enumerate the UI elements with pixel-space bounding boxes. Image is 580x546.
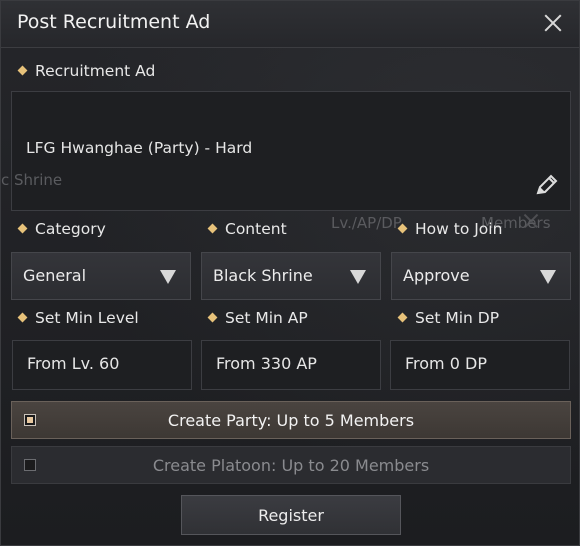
recruitment-ad-window: Post Recruitment Ad Recruitment Ad LFG H…: [0, 0, 580, 546]
ghost-text-lvapdp: Lv./AP/DP: [331, 214, 402, 232]
how-to-join-value: Approve: [403, 266, 470, 285]
diamond-bullet-icon: [17, 65, 28, 76]
pencil-icon[interactable]: [534, 172, 560, 198]
triangle-down-icon: [160, 270, 176, 284]
min-level-field[interactable]: From Lv. 60: [12, 340, 192, 390]
content-label-text: Content: [225, 220, 287, 238]
diamond-bullet-icon: [397, 312, 408, 323]
close-icon[interactable]: [539, 9, 567, 37]
category-label: Category: [17, 220, 106, 238]
min-ap-label: Set Min AP: [207, 309, 308, 327]
triangle-down-icon: [350, 270, 366, 284]
content-dropdown[interactable]: Black Shrine: [201, 252, 381, 300]
window-title: Post Recruitment Ad: [17, 11, 211, 33]
content-label: Content: [207, 220, 287, 238]
register-button-label: Register: [258, 506, 324, 525]
recruitment-ad-label-text: Recruitment Ad: [35, 62, 156, 80]
recruitment-ad-label: Recruitment Ad: [17, 62, 156, 80]
min-dp-label: Set Min DP: [397, 309, 500, 327]
diamond-bullet-icon: [17, 312, 28, 323]
diamond-bullet-icon: [207, 312, 218, 323]
how-to-join-dropdown[interactable]: Approve: [391, 252, 571, 300]
diamond-bullet-icon: [207, 223, 218, 234]
min-dp-field[interactable]: From 0 DP: [390, 340, 570, 390]
min-level-label: Set Min Level: [17, 309, 139, 327]
ghost-text-shrine: c Shrine: [1, 171, 63, 189]
triangle-down-icon: [540, 270, 556, 284]
min-level-label-text: Set Min Level: [35, 309, 139, 327]
create-platoon-option[interactable]: Create Platoon: Up to 20 Members: [11, 446, 571, 484]
recruitment-ad-text: LFG Hwanghae (Party) - Hard: [26, 139, 253, 157]
recruitment-ad-textbox[interactable]: LFG Hwanghae (Party) - Hard: [11, 91, 571, 211]
min-ap-value: From 330 AP: [216, 354, 317, 373]
min-dp-value: From 0 DP: [405, 354, 487, 373]
category-label-text: Category: [35, 220, 106, 238]
category-value: General: [23, 266, 87, 285]
how-to-join-label: How to Join: [397, 220, 503, 238]
content-value: Black Shrine: [213, 266, 313, 285]
min-dp-label-text: Set Min DP: [415, 309, 500, 327]
how-to-join-label-text: How to Join: [415, 220, 503, 238]
diamond-bullet-icon: [17, 223, 28, 234]
create-party-label: Create Party: Up to 5 Members: [167, 411, 415, 430]
diamond-bullet-icon: [397, 223, 408, 234]
min-ap-label-text: Set Min AP: [225, 309, 308, 327]
min-level-value: From Lv. 60: [27, 354, 120, 373]
min-ap-field[interactable]: From 330 AP: [201, 340, 381, 390]
category-dropdown[interactable]: General: [11, 252, 191, 300]
create-platoon-label: Create Platoon: Up to 20 Members: [152, 456, 430, 475]
title-bar: Post Recruitment Ad: [1, 1, 579, 48]
create-party-option[interactable]: Create Party: Up to 5 Members: [11, 401, 571, 439]
register-button[interactable]: Register: [181, 495, 401, 535]
